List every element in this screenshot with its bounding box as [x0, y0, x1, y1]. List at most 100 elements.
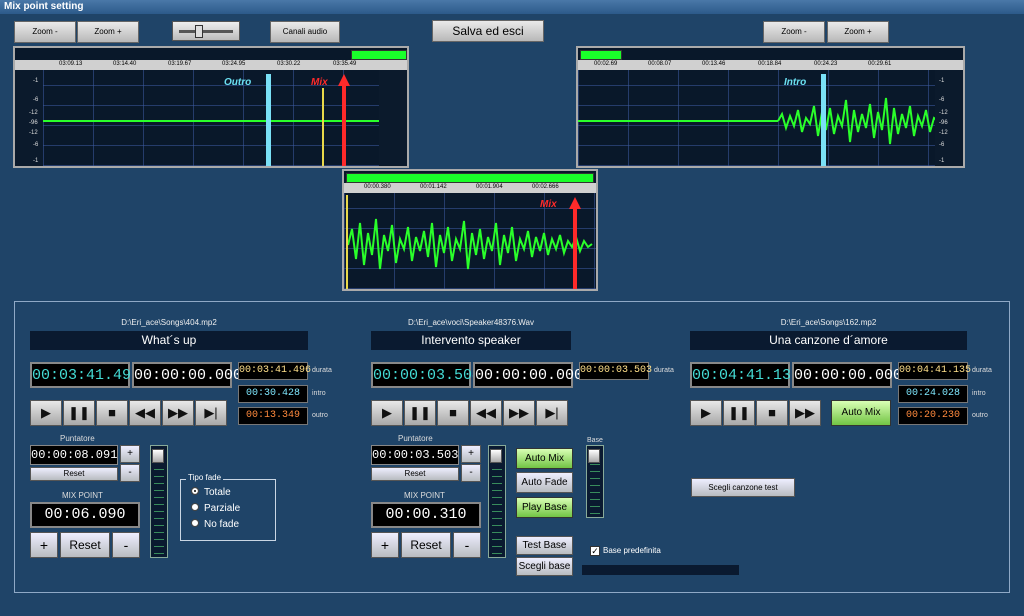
ruler-tick: 00:24.23	[814, 61, 838, 67]
left-mix-minus-button[interactable]: -	[112, 532, 140, 558]
ruler-tick: 00:13.46	[702, 61, 726, 67]
intro-marker[interactable]	[821, 74, 826, 166]
center-auto-mix-button[interactable]: Auto Mix	[516, 448, 573, 469]
right-overview-bar[interactable]	[580, 50, 622, 60]
intro-label: Intro	[784, 77, 807, 88]
left-mix-plus-button[interactable]: +	[30, 532, 58, 558]
zoom-in-right-button[interactable]: Zoom +	[827, 21, 889, 43]
base-progress-bar	[582, 565, 739, 575]
auto-fade-button[interactable]: Auto Fade	[516, 472, 573, 493]
center-volume-thumb[interactable]	[490, 449, 502, 463]
ruler-tick: 00:08.07	[648, 61, 672, 67]
left-pointer-plus[interactable]: +	[120, 445, 140, 463]
save-exit-button[interactable]: Salva ed esci	[432, 20, 544, 42]
ruler-tick: 03:09.13	[59, 61, 83, 67]
radio-label: Parziale	[204, 503, 241, 514]
outro-marker[interactable]	[266, 74, 271, 166]
center-mix-reset-button[interactable]: Reset	[401, 532, 451, 558]
test-base-button[interactable]: Test Base	[516, 536, 573, 555]
center-forward-button[interactable]: ▶▶	[503, 400, 535, 426]
center-volume-slider[interactable]	[488, 445, 506, 558]
left-skip-end-button[interactable]: ▶|	[195, 400, 227, 426]
center-pointer-reset[interactable]: Reset	[371, 467, 459, 481]
left-mix-arrow[interactable]	[338, 74, 350, 166]
fade-parziale-radio[interactable]: Parziale	[191, 503, 240, 514]
left-volume-thumb[interactable]	[152, 449, 164, 463]
left-pointer-field[interactable]: 00:00:08.091	[30, 445, 118, 465]
choose-test-song-button[interactable]: Scegli canzone test	[691, 478, 795, 497]
center-duration: 00:00:03.503	[579, 362, 652, 380]
left-db-scale: -1 -6 -12 -96 -12 -6 -1	[15, 70, 43, 166]
fade-nofade-radio[interactable]: No fade	[191, 519, 239, 530]
fade-type-title: Tipo fade	[186, 473, 224, 482]
ruler-tick: 03:14.40	[113, 61, 137, 67]
right-intro-time: 00:24.028	[898, 385, 968, 403]
play-base-button[interactable]: Play Base	[516, 497, 573, 518]
left-waveform[interactable]: 03:09.13 03:14.40 03:19.67 03:24.95 03:3…	[13, 46, 409, 168]
rewind-icon: ◀◀	[135, 405, 155, 420]
center-waveform[interactable]: 00:00.380 00:01.142 00:01.904 00:02.666 …	[342, 169, 598, 291]
center-position-marker[interactable]	[346, 195, 348, 289]
volume-slider[interactable]	[172, 21, 240, 41]
center-overview-bar[interactable]	[346, 173, 594, 183]
base-volume-thumb[interactable]	[588, 449, 600, 463]
stop-icon: ■	[449, 405, 457, 420]
base-volume-slider[interactable]	[586, 445, 604, 518]
center-stop-button[interactable]: ■	[437, 400, 469, 426]
right-pause-button[interactable]: ❚❚	[723, 400, 755, 426]
left-mix-reset-button[interactable]: Reset	[60, 532, 110, 558]
left-pause-button[interactable]: ❚❚	[63, 400, 95, 426]
ruler-tick: 03:30.22	[277, 61, 301, 67]
center-pointer-plus[interactable]: +	[461, 445, 481, 463]
ruler-tick: 03:24.95	[222, 61, 246, 67]
zoom-out-right-button[interactable]: Zoom -	[763, 21, 825, 43]
center-rewind-button[interactable]: ◀◀	[470, 400, 502, 426]
fast-forward-icon: ▶▶	[795, 405, 815, 420]
left-position-marker[interactable]	[322, 88, 324, 166]
base-default-checkbox[interactable]: ✓	[590, 546, 600, 556]
center-mix-arrow[interactable]	[569, 197, 581, 289]
left-pointer-minus[interactable]: -	[120, 464, 140, 482]
right-forward-button[interactable]: ▶▶	[789, 400, 821, 426]
play-icon: ▶	[701, 405, 711, 420]
center-mix-point-display: 00:00.310	[371, 502, 481, 528]
left-play-button[interactable]: ▶	[30, 400, 62, 426]
left-overview-bar[interactable]	[351, 50, 407, 60]
left-time-display: 00:03:41.496	[30, 362, 140, 388]
stop-icon: ■	[768, 405, 776, 420]
right-stop-button[interactable]: ■	[756, 400, 788, 426]
zoom-in-left-button[interactable]: Zoom +	[77, 21, 139, 43]
right-waveform[interactable]: 00:02.69 00:08.07 00:13.46 00:18.84 00:2…	[576, 46, 965, 168]
zoom-out-left-button[interactable]: Zoom -	[14, 21, 76, 43]
volume-slider-thumb[interactable]	[195, 25, 203, 38]
base-default-label: Base predefinita	[603, 546, 661, 555]
center-file-path: D:\Eri_ace\voci\Speaker48376.Wav	[408, 318, 534, 327]
ruler-tick: 00:02.666	[532, 184, 559, 190]
right-auto-mix-button[interactable]: Auto Mix	[831, 400, 891, 426]
center-pause-button[interactable]: ❚❚	[404, 400, 436, 426]
center-mix-plus-button[interactable]: +	[371, 532, 399, 558]
slider-ticks	[590, 462, 600, 514]
left-volume-slider[interactable]	[150, 445, 168, 558]
fade-totale-radio[interactable]: Totale	[191, 487, 231, 498]
ruler-tick: 00:01.142	[420, 184, 447, 190]
outro-label: Outro	[224, 77, 252, 88]
left-rewind-button[interactable]: ◀◀	[129, 400, 161, 426]
center-play-button[interactable]: ▶	[371, 400, 403, 426]
audio-channels-button[interactable]: Canali audio	[270, 21, 340, 43]
right-outro-time: 00:20.230	[898, 407, 968, 425]
play-icon: ▶	[41, 405, 51, 420]
left-pointer-reset[interactable]: Reset	[30, 467, 118, 481]
center-position-display: 00:00:00.000	[473, 362, 583, 388]
left-duration: 00:03:41.496	[238, 362, 311, 380]
left-mix-point-display: 00:06.090	[30, 502, 140, 528]
right-play-button[interactable]: ▶	[690, 400, 722, 426]
center-pointer-field[interactable]: 00:00:03.503	[371, 445, 459, 465]
choose-base-button[interactable]: Scegli base	[516, 557, 573, 576]
center-mix-minus-button[interactable]: -	[453, 532, 481, 558]
left-forward-button[interactable]: ▶▶	[162, 400, 194, 426]
left-stop-button[interactable]: ■	[96, 400, 128, 426]
center-skip-end-button[interactable]: ▶|	[536, 400, 568, 426]
right-time-display: 00:04:41.136	[690, 362, 800, 388]
center-pointer-minus[interactable]: -	[461, 464, 481, 482]
